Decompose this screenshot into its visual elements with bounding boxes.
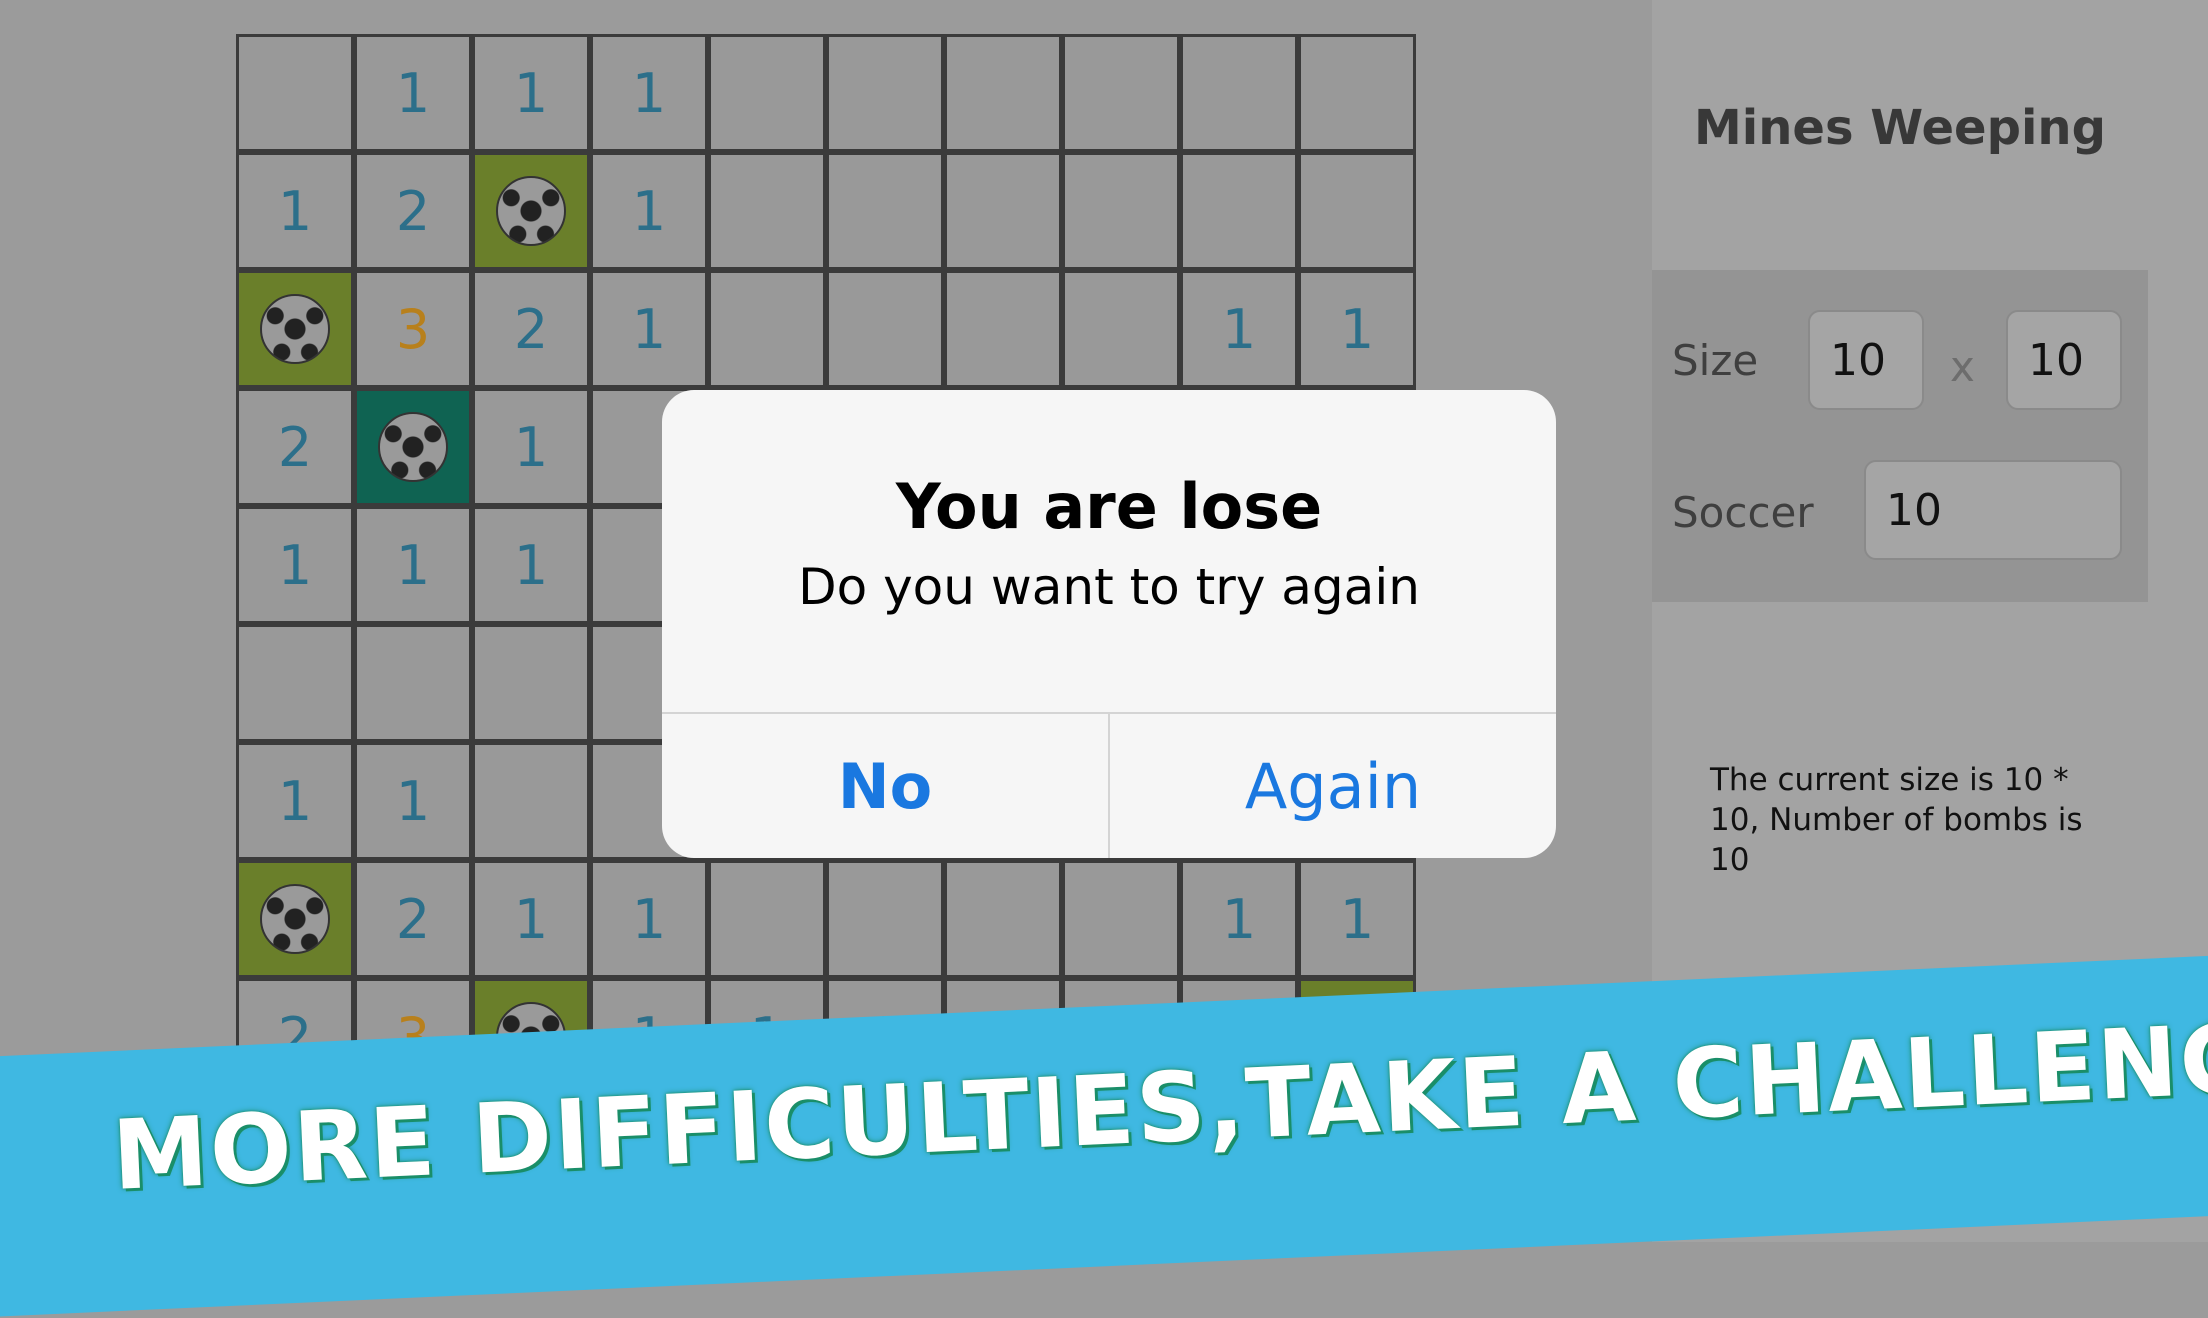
board-cell[interactable]: 1 (593, 37, 705, 149)
size-separator: x (1950, 342, 1975, 391)
board-cell[interactable] (829, 273, 941, 385)
cell-number: 1 (513, 415, 549, 479)
board-cell[interactable] (711, 155, 823, 267)
cell-number: 1 (277, 769, 313, 833)
board-cell[interactable] (357, 391, 469, 503)
board-cell[interactable] (711, 37, 823, 149)
board-cell[interactable] (829, 155, 941, 267)
board-cell[interactable]: 1 (475, 863, 587, 975)
board-cell[interactable]: 2 (357, 155, 469, 267)
board-cell[interactable]: 1 (1301, 863, 1413, 975)
cell-number: 1 (277, 179, 313, 243)
board-cell[interactable]: 1 (357, 37, 469, 149)
board-cell[interactable]: 2 (357, 863, 469, 975)
cell-number: 1 (1221, 297, 1257, 361)
board-cell[interactable]: 1 (593, 863, 705, 975)
board-cell[interactable]: 1 (239, 155, 351, 267)
cell-number: 1 (395, 533, 431, 597)
board-cell[interactable]: 1 (475, 37, 587, 149)
board-cell[interactable]: 1 (357, 509, 469, 621)
cell-number: 2 (513, 297, 549, 361)
board-cell[interactable]: 1 (239, 509, 351, 621)
cell-number: 1 (395, 769, 431, 833)
size-label: Size (1672, 336, 1759, 385)
board-cell[interactable] (1065, 155, 1177, 267)
board-cell[interactable]: 1 (357, 745, 469, 857)
board-cell[interactable]: 1 (593, 155, 705, 267)
dialog-message: Do you want to try again (798, 558, 1420, 616)
status-text: The current size is 10 * 10, Number of b… (1710, 762, 2083, 878)
board-cell[interactable]: 2 (239, 391, 351, 503)
board-cell[interactable]: 1 (475, 509, 587, 621)
soccer-count-input[interactable]: 10 (1864, 460, 2122, 560)
again-button[interactable]: Again (1110, 714, 1556, 858)
soccer-ball-icon (496, 176, 566, 246)
board-cell[interactable] (947, 37, 1059, 149)
board-cell[interactable] (711, 863, 823, 975)
cell-number: 1 (631, 61, 667, 125)
cell-number: 1 (277, 533, 313, 597)
cell-number: 1 (631, 179, 667, 243)
board-cell[interactable] (1065, 273, 1177, 385)
cell-number: 1 (1339, 297, 1375, 361)
cell-number: 1 (631, 887, 667, 951)
cell-number: 1 (1221, 887, 1257, 951)
board-cell[interactable] (947, 155, 1059, 267)
cell-number: 1 (513, 533, 549, 597)
no-button[interactable]: No (662, 714, 1108, 858)
board-cell[interactable] (1065, 863, 1177, 975)
board-cell[interactable]: 1 (475, 391, 587, 503)
board-cell[interactable] (357, 627, 469, 739)
app-title: Mines Weeping (1694, 100, 2106, 156)
cell-number: 1 (395, 61, 431, 125)
board-cell[interactable] (1183, 37, 1295, 149)
board-cell[interactable]: 1 (1301, 273, 1413, 385)
board-cell[interactable] (1183, 155, 1295, 267)
settings-panel: Size 10 x 10 Soccer 10 (1652, 270, 2148, 602)
board-cell[interactable] (1301, 37, 1413, 149)
cell-number: 1 (1339, 887, 1375, 951)
board-cell[interactable] (239, 37, 351, 149)
board-cell[interactable]: 1 (1183, 863, 1295, 975)
board-cell[interactable]: 3 (357, 273, 469, 385)
board-cell[interactable]: 2 (475, 273, 587, 385)
cell-number: 2 (395, 887, 431, 951)
board-cell[interactable]: 1 (593, 273, 705, 385)
board-cell[interactable] (829, 863, 941, 975)
soccer-ball-icon (378, 412, 448, 482)
cell-number: 1 (513, 61, 549, 125)
cols-input[interactable]: 10 (2006, 310, 2122, 410)
soccer-ball-icon (260, 294, 330, 364)
soccer-label: Soccer (1672, 488, 1814, 537)
board-cell[interactable] (947, 273, 1059, 385)
board-cell[interactable] (1301, 155, 1413, 267)
board-cell[interactable] (711, 273, 823, 385)
board-cell[interactable]: 1 (1183, 273, 1295, 385)
lose-dialog: You are lose Do you want to try again No… (662, 390, 1556, 858)
board-cell[interactable] (475, 155, 587, 267)
board-cell[interactable] (239, 273, 351, 385)
soccer-ball-icon (260, 884, 330, 954)
board-cell[interactable] (239, 863, 351, 975)
board-cell[interactable] (829, 37, 941, 149)
cell-number: 2 (277, 415, 313, 479)
cell-number: 3 (395, 297, 431, 361)
dialog-title: You are lose (895, 470, 1323, 543)
board-cell[interactable] (475, 627, 587, 739)
cell-number: 2 (395, 179, 431, 243)
cell-number: 1 (513, 887, 549, 951)
board-cell[interactable] (239, 627, 351, 739)
rows-input[interactable]: 10 (1808, 310, 1924, 410)
board-cell[interactable] (1065, 37, 1177, 149)
cell-number: 1 (631, 297, 667, 361)
board-cell[interactable] (947, 863, 1059, 975)
board-cell[interactable]: 1 (239, 745, 351, 857)
board-cell[interactable] (475, 745, 587, 857)
